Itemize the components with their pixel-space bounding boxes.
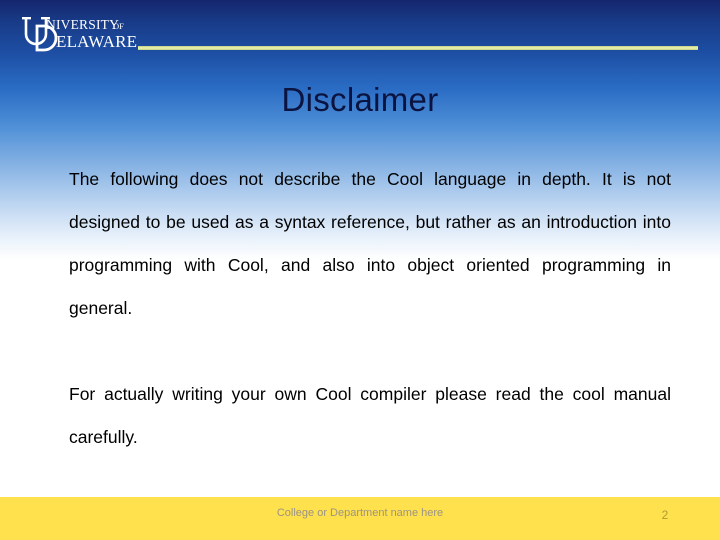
svg-text:ELAWARE: ELAWARE — [56, 32, 137, 51]
slide: NIVERSITY OF ELAWARE Disclaimer The foll… — [0, 0, 720, 540]
footer-text: College or Department name here — [276, 507, 444, 519]
header-divider-rule — [138, 46, 698, 50]
svg-text:NIVERSITY: NIVERSITY — [46, 17, 119, 32]
body-content: The following does not describe the Cool… — [69, 158, 671, 459]
body-paragraph-1: The following does not describe the Cool… — [69, 169, 671, 318]
body-paragraph-2: For actually writing your own Cool compi… — [69, 384, 671, 447]
page-number: 2 — [661, 508, 669, 522]
page-title: Disclaimer — [281, 81, 439, 118]
university-of-delaware-logo: NIVERSITY OF ELAWARE — [20, 12, 148, 60]
svg-text:OF: OF — [113, 21, 124, 31]
